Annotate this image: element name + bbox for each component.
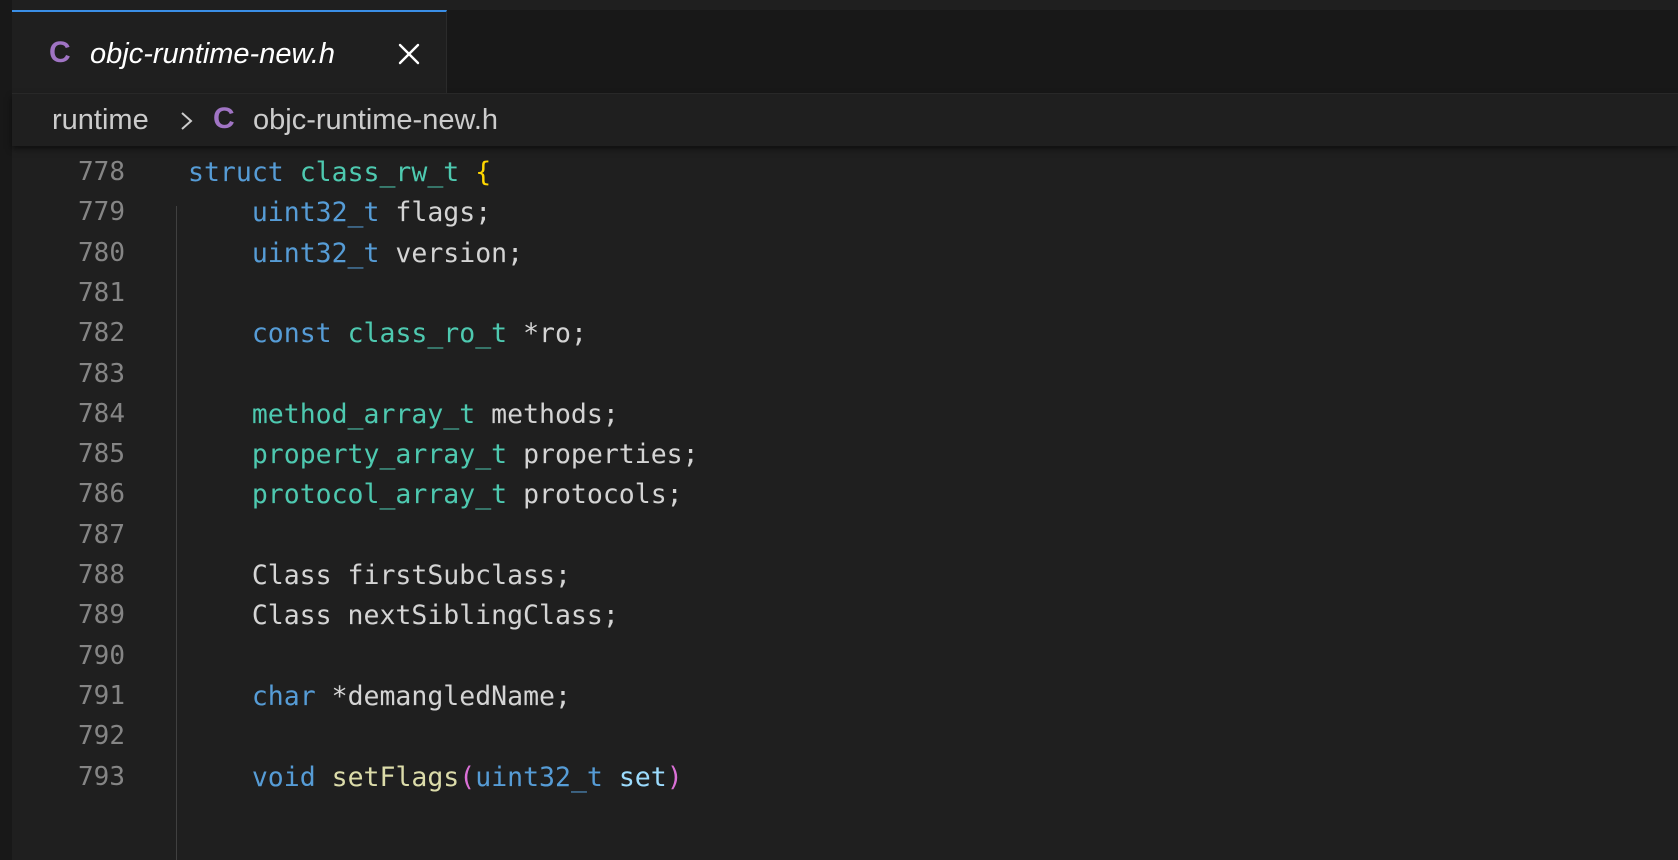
code-line[interactable]: 793 void setFlags(uint32_t set) xyxy=(12,756,1678,799)
code-line[interactable]: 782 const class_ro_t *ro; xyxy=(12,312,1678,355)
code-line[interactable]: 788 Class firstSubclass; xyxy=(12,554,1678,597)
line-number: 783 xyxy=(78,358,125,389)
line-number: 781 xyxy=(78,277,125,308)
code-text: void setFlags(uint32_t set) xyxy=(188,756,683,799)
line-number: 790 xyxy=(78,640,125,671)
tab-objc-runtime-new-h[interactable]: C objc-runtime-new.h xyxy=(12,10,447,93)
code-text: Class nextSiblingClass; xyxy=(188,594,619,637)
code-token: uint32_t xyxy=(251,197,380,229)
c-file-icon: C xyxy=(49,36,71,69)
code-token: flags; xyxy=(379,197,492,229)
line-number: 787 xyxy=(78,519,125,550)
code-token: set xyxy=(618,761,667,793)
code-text: Class firstSubclass; xyxy=(188,554,571,597)
code-token: Class nextSiblingClass; xyxy=(188,600,619,632)
line-number: 778 xyxy=(78,157,125,187)
code-token: method_array_t xyxy=(251,398,476,430)
code-text: uint32_t flags; xyxy=(188,191,491,234)
code-token: struct xyxy=(188,157,284,188)
code-token: methods; xyxy=(475,398,619,430)
code-token: protocol_array_t xyxy=(251,479,508,511)
code-token: void xyxy=(251,761,316,793)
activity-edge xyxy=(0,0,12,860)
code-token: protocols; xyxy=(507,479,683,511)
line-number: 779 xyxy=(78,197,125,228)
close-icon[interactable] xyxy=(395,40,423,68)
code-token: property_array_t xyxy=(251,439,508,471)
line-number: 788 xyxy=(78,560,125,590)
indent-guide xyxy=(176,206,177,860)
code-line[interactable]: 787 xyxy=(12,514,1678,557)
line-number: 789 xyxy=(78,600,125,631)
code-line[interactable]: 785 property_array_t properties; xyxy=(12,433,1678,476)
code-line[interactable]: 778 struct class_rw_t { xyxy=(12,151,1678,194)
code-token: const xyxy=(251,318,332,350)
line-number: 791 xyxy=(78,680,125,711)
code-line[interactable]: 790 xyxy=(12,635,1678,678)
line-number: 780 xyxy=(78,237,125,268)
line-number: 786 xyxy=(78,479,125,510)
code-text: char *demangledName; xyxy=(188,675,571,718)
code-token: char xyxy=(251,680,316,712)
code-token: version; xyxy=(379,237,524,269)
line-number: 793 xyxy=(78,761,125,792)
breadcrumb-item-file[interactable]: objc-runtime-new.h xyxy=(253,102,498,138)
tab-label: objc-runtime-new.h xyxy=(90,38,335,70)
line-number: 785 xyxy=(78,439,125,470)
code-line[interactable]: 784 method_array_t methods; xyxy=(12,393,1678,436)
code-token: uint32_t xyxy=(251,237,380,269)
editor-window: C objc-runtime-new.h runtime C objc-runt… xyxy=(0,0,1678,860)
code-text: property_array_t properties; xyxy=(188,433,699,476)
code-line[interactable]: 779 uint32_t flags; xyxy=(12,191,1678,234)
code-token: Class firstSubclass; xyxy=(188,560,571,591)
line-number: 792 xyxy=(78,721,125,752)
line-number: 784 xyxy=(78,398,125,429)
code-token: { xyxy=(475,157,492,188)
tab-bar: C objc-runtime-new.h xyxy=(12,10,1678,94)
breadcrumb-item-runtime[interactable]: runtime xyxy=(52,102,149,138)
code-token: properties; xyxy=(507,439,699,471)
code-token: setFlags xyxy=(331,761,460,793)
code-text: method_array_t methods; xyxy=(188,393,619,436)
code-token: uint32_t xyxy=(475,761,603,793)
code-token: *ro; xyxy=(507,318,587,350)
code-token: ( xyxy=(459,761,476,793)
code-editor[interactable]: 778 struct class_rw_t {779 uint32_t flags… xyxy=(12,146,1678,860)
line-number: 782 xyxy=(78,318,125,349)
code-line[interactable]: 789 Class nextSiblingClass; xyxy=(12,594,1678,637)
code-line[interactable]: 783 xyxy=(12,353,1678,396)
code-text: struct class_rw_t { xyxy=(188,151,491,194)
code-token: *demangledName; xyxy=(315,680,571,712)
code-text: uint32_t version; xyxy=(188,232,523,275)
chevron-right-icon xyxy=(181,112,193,130)
breadcrumb: runtime C objc-runtime-new.h xyxy=(12,94,1678,146)
code-token: ) xyxy=(666,761,683,793)
code-line[interactable]: 781 xyxy=(12,272,1678,315)
code-text: const class_ro_t *ro; xyxy=(188,312,587,355)
code-token: class_ro_t xyxy=(347,318,508,350)
code-line[interactable]: 791 char *demangledName; xyxy=(12,675,1678,718)
code-text: protocol_array_t protocols; xyxy=(188,473,683,516)
c-file-icon: C xyxy=(213,102,235,135)
code-line[interactable]: 786 protocol_array_t protocols; xyxy=(12,473,1678,516)
code-token: class_rw_t xyxy=(299,157,460,188)
code-line[interactable]: 792 xyxy=(12,715,1678,758)
code-line[interactable]: 780 uint32_t version; xyxy=(12,232,1678,275)
